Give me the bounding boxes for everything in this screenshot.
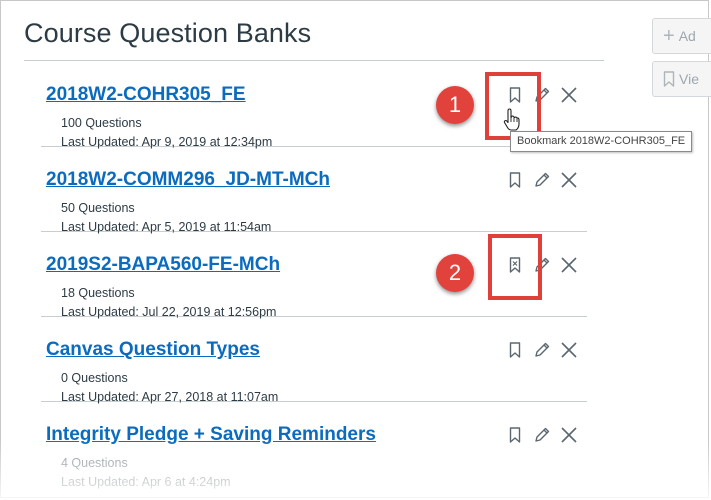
page-title: Course Question Banks: [24, 18, 312, 48]
callout-badge: 2: [436, 254, 474, 292]
question-bank-item: Canvas Question Types 0 Questions Last U…: [41, 317, 587, 404]
question-count: 4 Questions: [61, 456, 128, 470]
add-bank-button[interactable]: + Ad: [652, 18, 711, 54]
question-count: 100 Questions: [61, 116, 142, 130]
bank-name-link[interactable]: Integrity Pledge + Saving Reminders: [46, 424, 376, 446]
question-count: 18 Questions: [61, 286, 135, 300]
bank-name-link[interactable]: Canvas Question Types: [46, 339, 260, 361]
hand-pointer-icon: [503, 108, 520, 131]
question-count: 0 Questions: [61, 371, 128, 385]
close-icon[interactable]: [560, 171, 578, 189]
bank-name-link[interactable]: 2018W2-COMM296_JD-MT-MCh: [46, 169, 330, 191]
callout-badge: 1: [436, 86, 474, 124]
highlight-box: [488, 234, 542, 300]
bookmark-icon[interactable]: [506, 171, 524, 189]
question-bank-item: 2018W2-COMM296_JD-MT-MCh 50 Questions La…: [41, 147, 587, 234]
bookmark-tooltip: Bookmark 2018W2-COHR305_FE: [510, 131, 693, 152]
close-icon[interactable]: [560, 86, 578, 104]
bookmark-icon[interactable]: [506, 426, 524, 444]
close-icon[interactable]: [560, 256, 578, 274]
bookmark-icon[interactable]: [506, 341, 524, 359]
question-bank-item: Integrity Pledge + Saving Reminders 4 Qu…: [41, 402, 587, 489]
close-icon[interactable]: [560, 426, 578, 444]
title-divider: [24, 60, 604, 61]
bank-name-link[interactable]: 2019S2-BAPA560-FE-MCh: [46, 254, 280, 276]
bookmark-icon: [663, 71, 675, 87]
pencil-icon[interactable]: [533, 426, 551, 444]
view-bookmarked-label: Vie: [679, 71, 699, 87]
view-bookmarked-button[interactable]: Vie: [652, 61, 711, 97]
bank-name-link[interactable]: 2018W2-COHR305_FE: [46, 84, 246, 106]
last-updated: Last Updated: Apr 6 at 4:24pm: [61, 475, 231, 489]
close-icon[interactable]: [560, 341, 578, 359]
add-bank-label: Ad: [678, 28, 696, 44]
plus-icon: +: [663, 25, 675, 47]
pencil-icon[interactable]: [533, 341, 551, 359]
question-count: 50 Questions: [61, 201, 135, 215]
pencil-icon[interactable]: [533, 171, 551, 189]
